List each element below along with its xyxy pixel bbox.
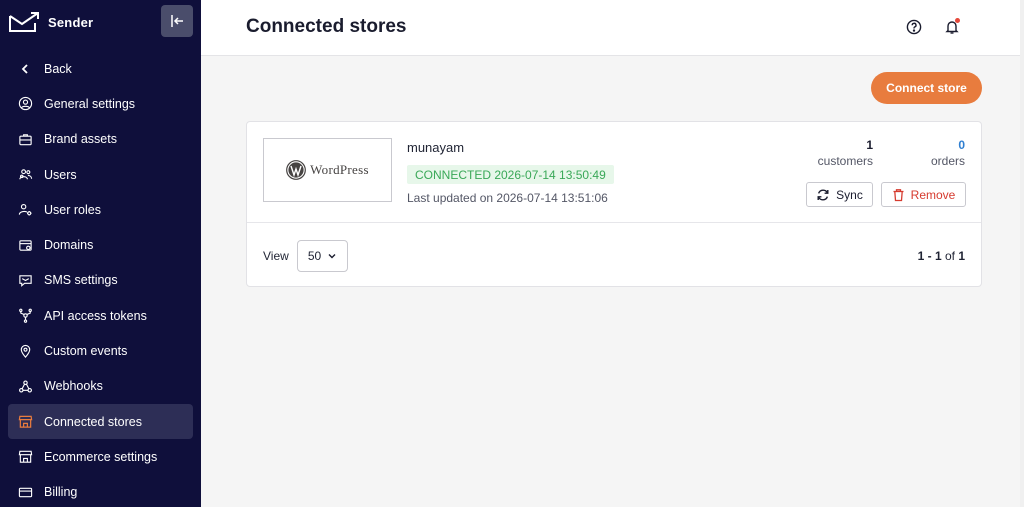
- sidebar-item-custom-events[interactable]: Custom events: [8, 333, 193, 368]
- sidebar-item-user-roles[interactable]: User roles: [8, 192, 193, 227]
- sync-label: Sync: [836, 187, 863, 202]
- sidebar-item-brand-assets[interactable]: Brand assets: [8, 122, 193, 157]
- sidebar-item-label: Brand assets: [44, 132, 117, 147]
- orders-stat[interactable]: 0 orders: [931, 138, 965, 168]
- sidebar-item-api-access-tokens[interactable]: API access tokens: [8, 298, 193, 333]
- remove-label: Remove: [910, 187, 956, 202]
- sidebar-item-label: Connected stores: [44, 414, 142, 429]
- page-size-value: 50: [307, 249, 322, 263]
- sidebar-item-sms-settings[interactable]: SMS settings: [8, 263, 193, 298]
- window-scrollbar[interactable]: [1020, 0, 1024, 507]
- range-end: 1: [934, 249, 942, 263]
- pagination-summary: 1 - 1 of 1: [918, 249, 965, 263]
- remove-button[interactable]: Remove: [881, 182, 966, 207]
- trash-icon: [893, 188, 904, 201]
- sidebar-item-label: Billing: [44, 485, 78, 500]
- sidebar-item-label: Ecommerce settings: [44, 449, 158, 464]
- page-title: Connected stores: [246, 16, 407, 37]
- store-name: munayam: [407, 140, 465, 155]
- notifications-button[interactable]: [942, 17, 962, 37]
- sync-button[interactable]: Sync: [806, 182, 873, 207]
- sidebar-item-label: SMS settings: [44, 273, 118, 288]
- sidebar-item-ecommerce-settings[interactable]: Ecommerce settings: [8, 439, 193, 474]
- chevron-down-icon: [328, 254, 336, 259]
- map-pin-icon: [17, 343, 33, 359]
- sidebar-item-domains[interactable]: Domains: [8, 227, 193, 262]
- customers-label: customers: [817, 154, 873, 168]
- chevron-left-icon: [17, 61, 33, 77]
- wordpress-logo-text: WordPress: [310, 162, 369, 177]
- user-gear-icon: [17, 202, 33, 218]
- page-size-select[interactable]: 50: [297, 240, 348, 272]
- settings-nav: Back General settings Brand assets Users…: [8, 51, 193, 507]
- webhook-icon: [17, 378, 33, 394]
- sidebar-item-users[interactable]: Users: [8, 157, 193, 192]
- sidebar-item-label: Users: [44, 167, 77, 182]
- sidebar-item-label: API access tokens: [44, 308, 147, 323]
- sidebar-item-label: Custom events: [44, 344, 128, 359]
- sidebar-item-label: User roles: [44, 202, 101, 217]
- total-count: 1: [958, 249, 965, 263]
- help-circle-icon: [906, 19, 922, 35]
- page-header: Connected stores: [201, 0, 1020, 56]
- collapse-sidebar-button[interactable]: [161, 5, 193, 37]
- view-label: View: [263, 249, 289, 263]
- briefcase-icon: [17, 131, 33, 147]
- brand-logo[interactable]: Sender: [8, 8, 93, 36]
- sms-icon: [17, 272, 33, 288]
- sidebar-item-label: Webhooks: [44, 379, 103, 394]
- notification-dot: [955, 18, 960, 23]
- orders-label: orders: [930, 154, 965, 168]
- range-separator: -: [924, 249, 935, 263]
- connect-store-button[interactable]: Connect store: [871, 72, 982, 104]
- sidebar-item-back[interactable]: Back: [8, 51, 193, 86]
- wordpress-logo-icon: [286, 160, 307, 180]
- sidebar-item-label: Domains: [44, 238, 94, 253]
- sender-logo-icon: [9, 12, 39, 32]
- sidebar-item-webhooks[interactable]: Webhooks: [8, 369, 193, 404]
- user-circle-icon: [17, 96, 33, 112]
- customers-stat: 1 customers: [818, 138, 873, 168]
- sidebar-item-billing[interactable]: Billing: [8, 475, 193, 507]
- store-settings-icon: [17, 449, 33, 465]
- sidebar-item-general-settings[interactable]: General settings: [8, 86, 193, 121]
- store-icon: [17, 414, 33, 430]
- sidebar-item-connected-stores[interactable]: Connected stores: [8, 403, 193, 440]
- sidebar-item-label: Back: [44, 61, 72, 76]
- credit-card-icon: [17, 484, 33, 500]
- store-card: WordPress munayam CONNECTED 2026-07-14 1…: [246, 121, 982, 287]
- collapse-left-icon: [171, 15, 183, 27]
- sidebar: Sender Back General settings Brand asset…: [0, 0, 201, 507]
- last-updated-text: Last updated on 2026-07-14 13:51:06: [407, 191, 608, 205]
- of-label: of: [941, 249, 959, 263]
- domain-icon: [17, 237, 33, 253]
- customers-count: 1: [866, 138, 873, 152]
- brand-name: Sender: [48, 14, 94, 30]
- orders-count[interactable]: 0: [931, 138, 965, 152]
- status-badge: CONNECTED 2026-07-14 13:50:49: [407, 165, 614, 184]
- users-icon: [17, 167, 33, 183]
- pagination-row: View 50 1 - 1 of 1: [247, 224, 981, 287]
- sidebar-item-label: General settings: [44, 96, 136, 111]
- store-logo: WordPress: [263, 138, 392, 202]
- help-button[interactable]: [904, 17, 924, 37]
- store-row: WordPress munayam CONNECTED 2026-07-14 1…: [247, 122, 981, 223]
- api-icon: [17, 308, 33, 324]
- sync-icon: [817, 189, 829, 200]
